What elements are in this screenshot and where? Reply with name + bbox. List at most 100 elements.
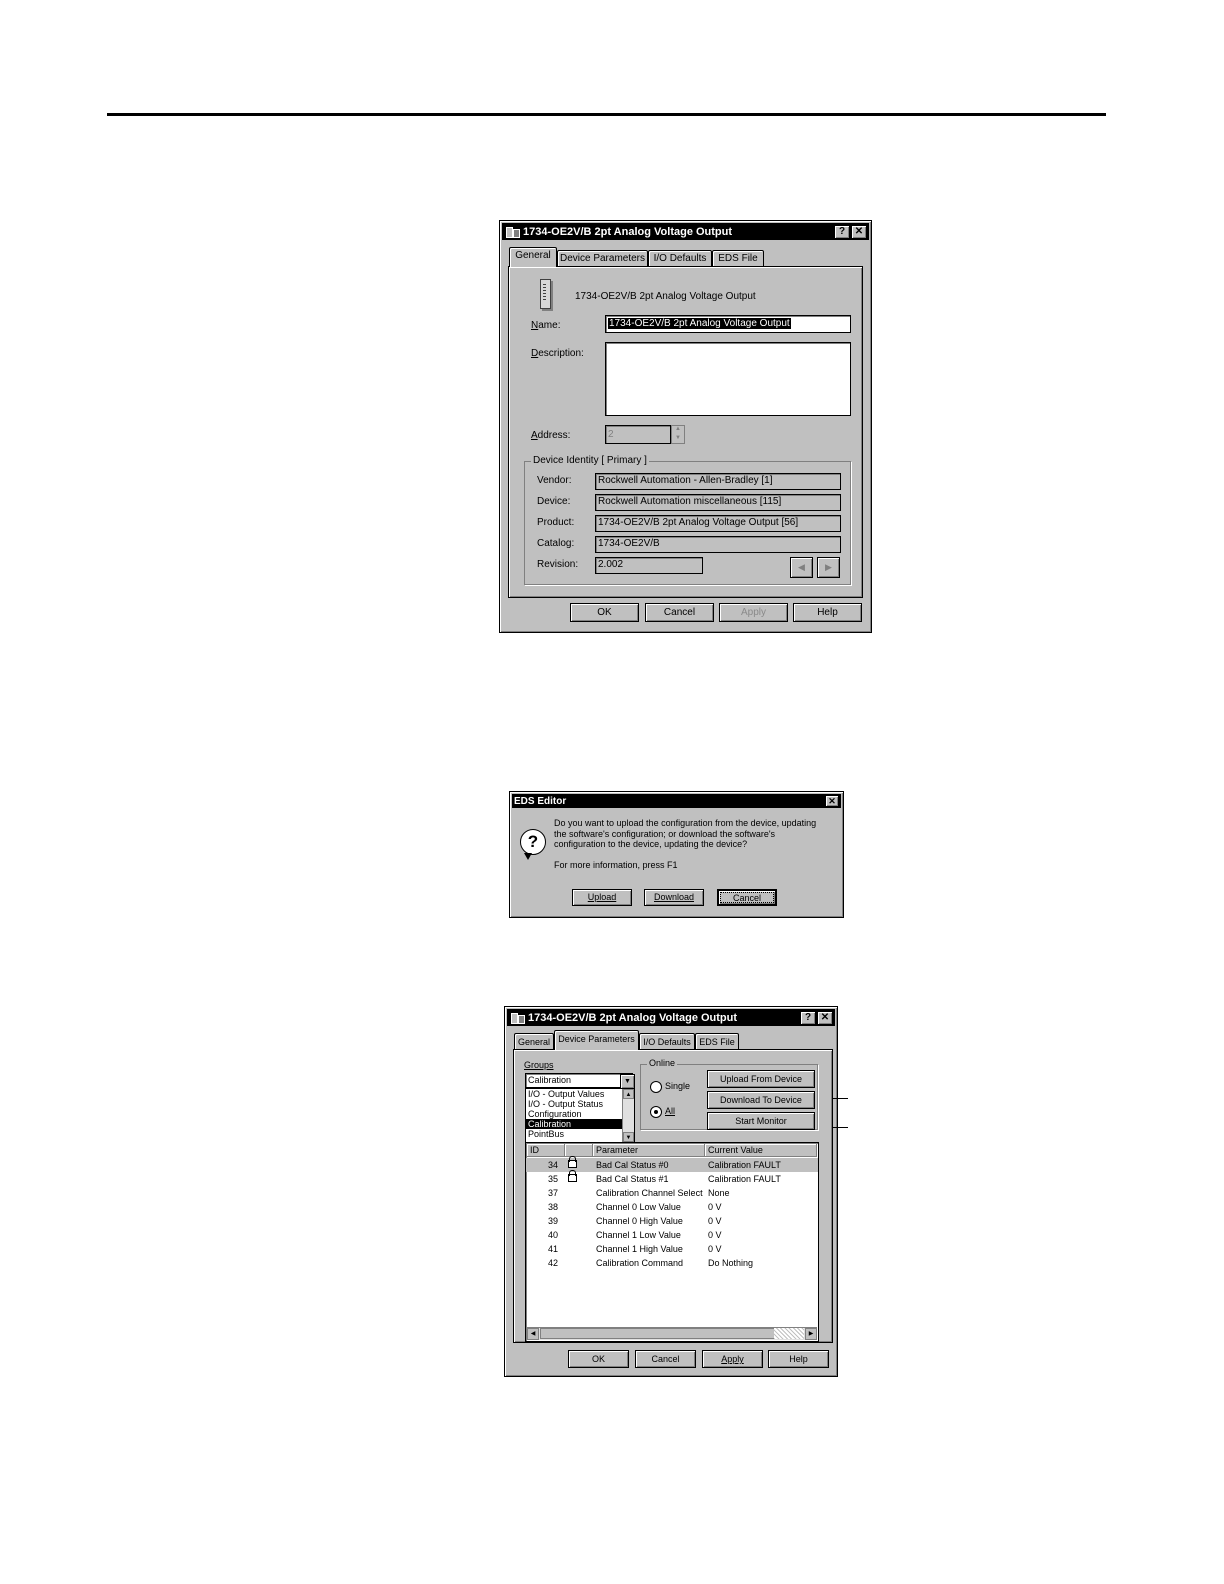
revision-value: 2.002 <box>595 557 703 574</box>
ok-button[interactable]: OK <box>570 603 639 622</box>
group-option-output-status[interactable]: I/O - Output Status <box>526 1099 634 1109</box>
tab-general[interactable]: General <box>514 1033 554 1050</box>
device-identity-title: Device Identity [ Primary ] <box>531 455 649 466</box>
device-name-heading: 1734-OE2V/B 2pt Analog Voltage Output <box>575 291 756 302</box>
group-option-calibration[interactable]: Calibration <box>526 1119 634 1129</box>
tab-eds-file[interactable]: EDS File <box>695 1033 739 1050</box>
horizontal-scrollbar[interactable]: ◀ ▶ <box>527 1327 817 1340</box>
previous-arrow-icon[interactable]: ◀ <box>790 557 813 578</box>
groups-dropdown-list[interactable]: I/O - Output Values I/O - Output Status … <box>525 1088 635 1143</box>
scroll-right-icon[interactable]: ▶ <box>805 1328 817 1340</box>
row-parameter: Channel 1 Low Value <box>596 1230 681 1240</box>
apply-label: Apply <box>721 1354 744 1364</box>
group-option-output-values[interactable]: I/O - Output Values <box>526 1089 634 1099</box>
tab-io-defaults[interactable]: I/O Defaults <box>648 250 712 267</box>
row-current-value: 0 V <box>708 1244 722 1254</box>
group-option-pointbus[interactable]: PointBus <box>526 1129 634 1139</box>
groups-select[interactable]: Calibration <box>525 1073 633 1088</box>
column-header-parameter[interactable]: Parameter <box>593 1144 705 1157</box>
row-parameter: Channel 0 Low Value <box>596 1202 681 1212</box>
row-id: 41 <box>547 1244 558 1254</box>
name-label: Name: <box>531 320 561 331</box>
row-parameter: Calibration Command <box>596 1258 684 1268</box>
cancel-button[interactable]: Cancel <box>717 889 777 906</box>
chevron-down-icon[interactable]: ▼ <box>620 1074 635 1089</box>
apply-button[interactable]: Apply <box>719 603 788 622</box>
table-row[interactable]: 40 Channel 1 Low Value 0 V <box>526 1228 818 1242</box>
help-icon[interactable]: ? <box>834 225 850 239</box>
start-monitor-button[interactable]: Start Monitor <box>707 1112 815 1130</box>
single-radio[interactable] <box>650 1081 662 1093</box>
device-label: Device: <box>537 496 571 507</box>
scroll-down-icon[interactable]: ▼ <box>623 1132 634 1142</box>
row-current-value: Calibration FAULT <box>708 1174 781 1184</box>
download-button[interactable]: Download <box>644 889 704 906</box>
cancel-button[interactable]: Cancel <box>635 1350 696 1368</box>
lock-icon <box>568 1156 577 1168</box>
apply-button[interactable]: Apply <box>702 1350 763 1368</box>
row-id: 34 <box>547 1160 558 1170</box>
online-group: Online Single All Upload From Device Dow… <box>640 1058 818 1130</box>
spin-down-icon[interactable]: ▼ <box>672 435 684 444</box>
revision-label: Revision: <box>537 559 579 570</box>
scroll-up-icon[interactable]: ▲ <box>623 1089 634 1099</box>
tab-general[interactable]: General <box>509 247 557 267</box>
online-group-title: Online <box>647 1058 678 1068</box>
address-input[interactable]: 2 <box>605 425 671 444</box>
table-row[interactable]: 38 Channel 0 Low Value 0 V <box>526 1200 818 1214</box>
close-icon[interactable]: ✕ <box>817 1011 833 1025</box>
table-row[interactable]: 42 Calibration Command Do Nothing <box>526 1256 818 1270</box>
close-icon[interactable]: ✕ <box>851 225 867 239</box>
help-button[interactable]: Help <box>793 603 862 622</box>
name-input[interactable]: 1734-OE2V/B 2pt Analog Voltage Output <box>605 315 851 333</box>
all-radio[interactable] <box>650 1106 662 1118</box>
table-row[interactable]: 37 Calibration Channel Select None <box>526 1186 818 1200</box>
description-label: Description: <box>531 348 584 359</box>
column-header-flags[interactable] <box>565 1144 593 1157</box>
spin-up-icon[interactable]: ▲ <box>672 426 684 435</box>
parameter-list[interactable]: ID Parameter Current Value 34 Bad Cal Sta… <box>525 1142 819 1342</box>
catalog-value: 1734-OE2V/B <box>595 536 841 553</box>
table-row[interactable]: 35 Bad Cal Status #1 Calibration FAULT <box>526 1170 818 1186</box>
tab-device-parameters[interactable]: Device Parameters <box>557 250 648 267</box>
row-parameter: Bad Cal Status #0 <box>596 1160 669 1170</box>
device-value: Rockwell Automation miscellaneous [115] <box>595 494 841 511</box>
column-header-current-value[interactable]: Current Value <box>705 1144 817 1157</box>
row-id: 39 <box>547 1216 558 1226</box>
address-spinner[interactable]: ▲ ▼ <box>671 425 685 444</box>
table-row[interactable]: 39 Channel 0 High Value 0 V <box>526 1214 818 1228</box>
upload-button[interactable]: Upload <box>572 889 632 906</box>
row-id: 42 <box>547 1258 558 1268</box>
description-input[interactable] <box>605 342 851 416</box>
tab-io-defaults[interactable]: I/O Defaults <box>639 1033 695 1050</box>
row-current-value: 0 V <box>708 1230 722 1240</box>
eds-editor-dialog: EDS Editor ✕ ? Do you want to upload the… <box>509 791 844 918</box>
next-arrow-icon[interactable]: ▶ <box>817 557 840 578</box>
upload-from-device-button[interactable]: Upload From Device <box>707 1070 815 1088</box>
tab-eds-file[interactable]: EDS File <box>712 250 764 267</box>
help-button[interactable]: Help <box>768 1350 829 1368</box>
dialog-title: 1734-OE2V/B 2pt Analog Voltage Output <box>528 1011 738 1024</box>
groups-label: Groups <box>524 1060 554 1070</box>
close-icon[interactable]: ✕ <box>825 795 839 807</box>
scrollbar-thumb[interactable] <box>540 1328 778 1339</box>
column-header-id[interactable]: ID <box>527 1144 565 1157</box>
cancel-button[interactable]: Cancel <box>645 603 714 622</box>
tab-device-parameters[interactable]: Device Parameters <box>554 1030 639 1050</box>
scrollbar-track <box>774 1328 804 1339</box>
download-to-device-button[interactable]: Download To Device <box>707 1091 815 1109</box>
scroll-left-icon[interactable]: ◀ <box>527 1328 539 1340</box>
question-icon: ? <box>520 829 546 860</box>
dropdown-scrollbar[interactable]: ▲ ▼ <box>622 1089 634 1142</box>
row-id: 38 <box>547 1202 558 1212</box>
table-row[interactable]: 41 Channel 1 High Value 0 V <box>526 1242 818 1256</box>
row-id: 35 <box>547 1174 558 1184</box>
ok-button[interactable]: OK <box>568 1350 629 1368</box>
row-current-value: Calibration FAULT <box>708 1160 781 1170</box>
group-option-configuration[interactable]: Configuration <box>526 1109 634 1119</box>
catalog-label: Catalog: <box>537 538 575 549</box>
all-label: All <box>665 1106 676 1116</box>
more-info-text: For more information, press F1 <box>554 860 678 870</box>
help-icon[interactable]: ? <box>800 1011 816 1025</box>
page-header-rule <box>107 113 1106 116</box>
